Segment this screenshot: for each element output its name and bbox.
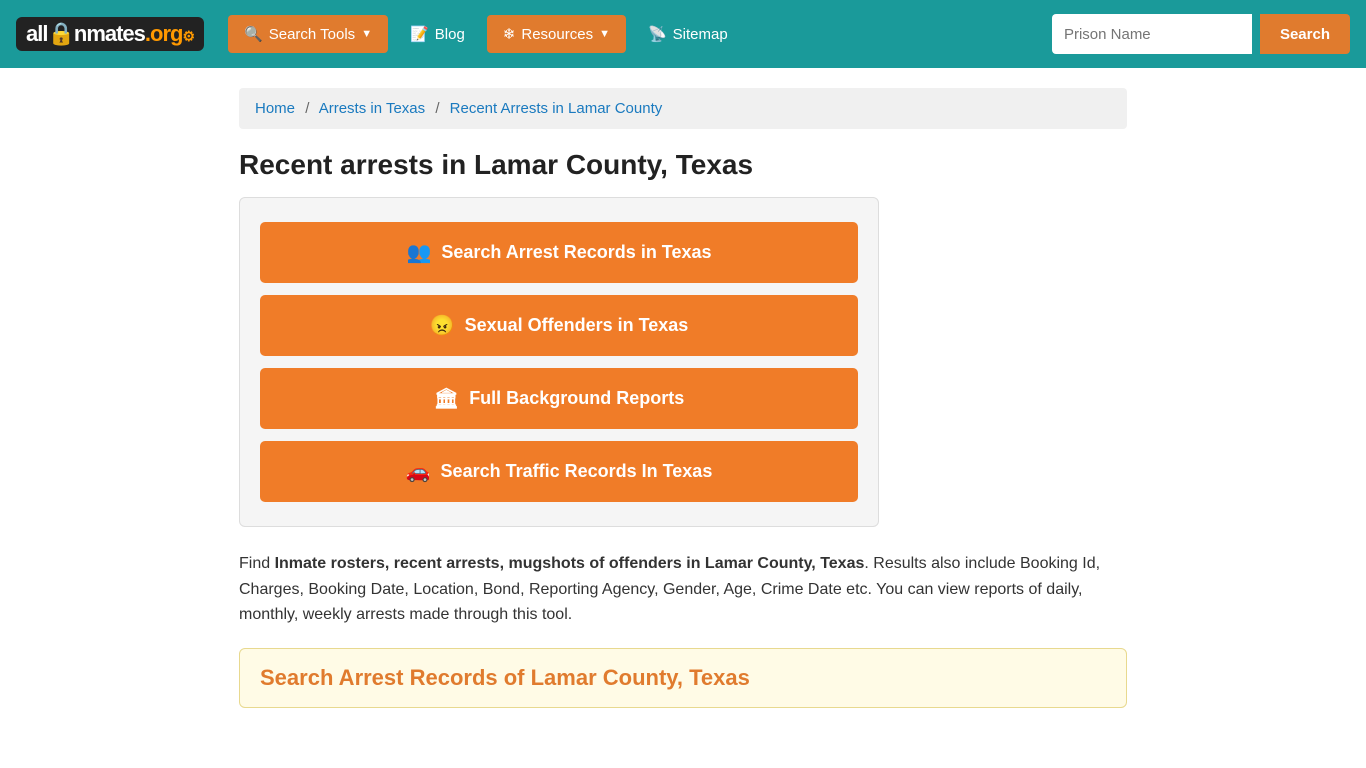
- resources-button[interactable]: ❄ Resources ▼: [487, 15, 626, 53]
- main-content: Home / Arrests in Texas / Recent Arrests…: [223, 68, 1143, 728]
- prison-search-button[interactable]: Search: [1260, 14, 1350, 54]
- sexual-offenders-button[interactable]: 😠 Sexual Offenders in Texas: [260, 295, 858, 356]
- navbar: all🔒nmates.org⚙ 🔍 Search Tools ▼ 📝 Blog …: [0, 0, 1366, 68]
- search-tools-button[interactable]: 🔍 Search Tools ▼: [228, 15, 388, 53]
- traffic-records-label: Search Traffic Records In Texas: [441, 461, 713, 482]
- arrest-records-label: Search Arrest Records in Texas: [441, 242, 711, 263]
- search-arrest-records-button[interactable]: 👥 Search Arrest Records in Texas: [260, 222, 858, 283]
- sitemap-button[interactable]: 📡 Sitemap: [634, 15, 742, 53]
- background-reports-button[interactable]: 🏛 Full Background Reports: [260, 368, 858, 429]
- description-intro: Find: [239, 555, 275, 572]
- search-btn-label: Search: [1280, 26, 1330, 43]
- search-section: Search Arrest Records of Lamar County, T…: [239, 648, 1127, 708]
- resources-icon: ❄: [503, 25, 516, 43]
- description-bold: Inmate rosters, recent arrests, mugshots…: [275, 555, 865, 572]
- traffic-records-button[interactable]: 🚗 Search Traffic Records In Texas: [260, 441, 858, 502]
- blog-label: Blog: [435, 26, 465, 43]
- page-title: Recent arrests in Lamar County, Texas: [239, 149, 1127, 181]
- search-tools-arrow-icon: ▼: [361, 28, 372, 40]
- breadcrumb: Home / Arrests in Texas / Recent Arrests…: [239, 88, 1127, 129]
- breadcrumb-sep-1: /: [305, 100, 309, 117]
- logo[interactable]: all🔒nmates.org⚙: [16, 17, 204, 51]
- search-tools-label: Search Tools: [269, 26, 355, 43]
- blog-button[interactable]: 📝 Blog: [396, 15, 479, 53]
- sexual-offenders-icon: 😠: [430, 313, 455, 338]
- description-text: Find Inmate rosters, recent arrests, mug…: [239, 551, 1127, 628]
- breadcrumb-home-link[interactable]: Home: [255, 100, 295, 117]
- action-card: 👥 Search Arrest Records in Texas 😠 Sexua…: [239, 197, 879, 527]
- logo-inmates: nmates: [74, 21, 145, 46]
- sitemap-icon: 📡: [648, 25, 667, 43]
- search-tools-icon: 🔍: [244, 25, 263, 43]
- blog-icon: 📝: [410, 25, 429, 43]
- breadcrumb-sep-2: /: [435, 100, 439, 117]
- background-reports-label: Full Background Reports: [469, 388, 684, 409]
- background-reports-icon: 🏛: [434, 386, 459, 411]
- search-section-title: Search Arrest Records of Lamar County, T…: [260, 665, 1106, 691]
- resources-label: Resources: [521, 26, 593, 43]
- traffic-records-icon: 🚗: [406, 459, 431, 484]
- logo-all: all: [26, 21, 47, 46]
- resources-arrow-icon: ▼: [599, 28, 610, 40]
- prison-search-input[interactable]: [1052, 14, 1252, 54]
- breadcrumb-arrests-link[interactable]: Arrests in Texas: [319, 100, 425, 117]
- sitemap-label: Sitemap: [673, 26, 728, 43]
- arrest-records-icon: 👥: [406, 240, 431, 265]
- breadcrumb-current: Recent Arrests in Lamar County: [450, 100, 663, 117]
- logo-org: .org: [145, 21, 183, 46]
- sexual-offenders-label: Sexual Offenders in Texas: [465, 315, 689, 336]
